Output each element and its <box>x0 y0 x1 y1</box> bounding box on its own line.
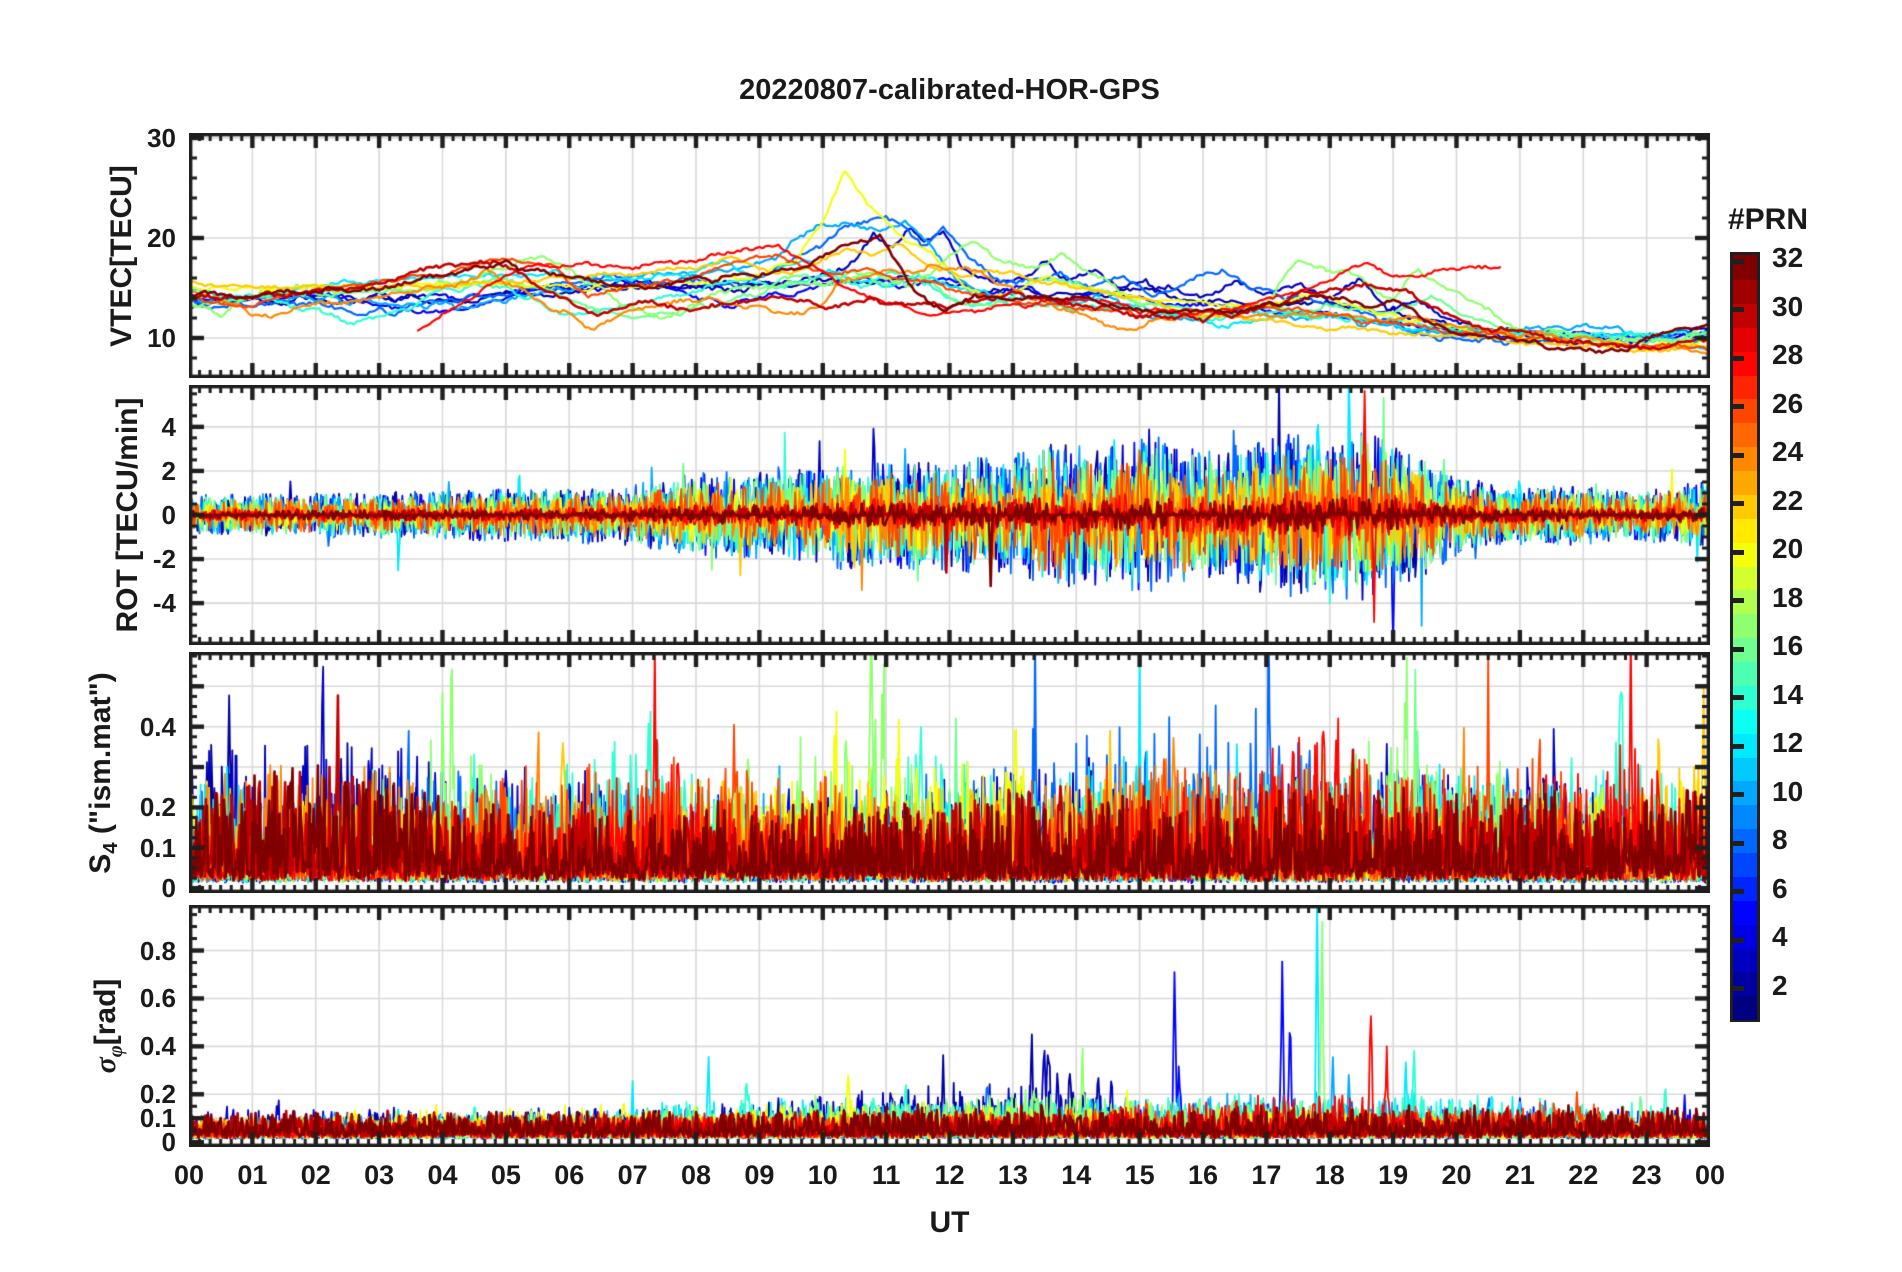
colorbar-segment-prn-23 <box>1733 469 1757 495</box>
colorbar-segment-prn-21 <box>1733 517 1757 543</box>
panel-s4 <box>189 652 1710 893</box>
x-tick-label: 23 <box>1631 1160 1662 1190</box>
colorbar-tick-label: 28 <box>1772 339 1804 371</box>
y-axis-label-sigphi: σφ[rad] <box>89 978 128 1074</box>
colorbar-tick <box>1733 743 1744 749</box>
colorbar-segment-prn-9 <box>1733 804 1757 830</box>
colorbar-segment-prn-2 <box>1733 971 1757 997</box>
x-tick-label: 17 <box>1251 1160 1282 1190</box>
colorbar-tick-label: 32 <box>1772 242 1804 274</box>
x-tick-label: 03 <box>364 1160 395 1190</box>
colorbar-segment-prn-31 <box>1733 278 1757 304</box>
colorbar-tick <box>1733 258 1744 264</box>
x-tick-label: 09 <box>744 1160 775 1190</box>
colorbar-tick-label: 6 <box>1772 872 1788 904</box>
colorbar-tick-label: 14 <box>1772 678 1804 710</box>
colorbar-segment-prn-11 <box>1733 756 1757 782</box>
colorbar-tick-label: 12 <box>1772 727 1804 759</box>
panel-rot-canvas <box>189 385 1710 645</box>
colorbar-segment-prn-17 <box>1733 613 1757 639</box>
x-tick-label: 06 <box>554 1160 585 1190</box>
colorbar-segment-prn-29 <box>1733 326 1757 352</box>
colorbar-segment-prn-24 <box>1733 446 1757 472</box>
colorbar-tick-label: 20 <box>1772 533 1804 565</box>
x-tick-label: 16 <box>1187 1160 1219 1190</box>
x-tick-label: 18 <box>1314 1160 1345 1190</box>
x-tick-label: 04 <box>427 1160 458 1190</box>
x-tick-label: 00 <box>173 1160 205 1190</box>
colorbar-tick-label: 8 <box>1772 824 1788 856</box>
colorbar-tick-label: 16 <box>1772 630 1804 662</box>
x-tick-label: 01 <box>237 1160 268 1190</box>
colorbar-tick <box>1733 452 1744 458</box>
x-tick-label: 20 <box>1441 1160 1472 1190</box>
figure-root: 20220807-calibrated-HOR-GPS UT #PRN 10 20… <box>0 0 1902 1272</box>
colorbar-tick <box>1733 695 1744 701</box>
x-tick-label: 14 <box>1061 1160 1092 1190</box>
panel-sigphi <box>189 905 1710 1147</box>
colorbar-segment-prn-26 <box>1733 398 1757 424</box>
x-tick-label: 15 <box>1124 1160 1155 1190</box>
colorbar-tick <box>1733 792 1744 798</box>
colorbar-tick <box>1733 937 1744 943</box>
colorbar-tick <box>1733 549 1744 555</box>
colorbar-tick <box>1733 840 1744 846</box>
colorbar-tick <box>1733 889 1744 895</box>
colorbar-segment-prn-5 <box>1733 899 1757 925</box>
x-tick-label: 21 <box>1504 1160 1535 1190</box>
colorbar-segment-prn-15 <box>1733 660 1757 686</box>
colorbar-tick <box>1733 307 1744 313</box>
colorbar-gradient <box>1730 252 1760 1022</box>
colorbar-segment-prn-3 <box>1733 947 1757 973</box>
colorbar-tick-label: 22 <box>1772 484 1804 516</box>
colorbar-title: #PRN <box>1727 203 1809 236</box>
panel-s4-canvas <box>189 652 1710 893</box>
colorbar-segment-prn-22 <box>1733 493 1757 519</box>
colorbar-tick-label: 10 <box>1772 775 1804 807</box>
colorbar-segment-prn-27 <box>1733 374 1757 400</box>
panel-rot <box>189 385 1710 645</box>
x-tick-label: 00 <box>1694 1160 1726 1190</box>
colorbar-tick <box>1733 646 1744 652</box>
panel-vtec-canvas <box>189 133 1710 378</box>
colorbar-segment-prn-25 <box>1733 422 1757 448</box>
x-tick-label: 07 <box>617 1160 648 1190</box>
colorbar-tick <box>1733 501 1744 507</box>
colorbar-tick <box>1733 404 1744 410</box>
colorbar-tick <box>1733 598 1744 604</box>
colorbar-segment-prn-4 <box>1733 923 1757 949</box>
colorbar-segment-prn-13 <box>1733 708 1757 734</box>
colorbar-tick-label: 30 <box>1772 290 1804 322</box>
colorbar-tick <box>1733 986 1744 992</box>
panel-sigphi-canvas <box>189 905 1710 1147</box>
colorbar-tick-label: 18 <box>1772 581 1804 613</box>
x-axis-label: UT <box>929 1206 970 1239</box>
colorbar-segment-prn-1 <box>1733 995 1757 1021</box>
chart-title: 20220807-calibrated-HOR-GPS <box>739 74 1160 106</box>
colorbar-segment-prn-19 <box>1733 565 1757 591</box>
colorbar-tick <box>1733 355 1744 361</box>
x-tick-label: 22 <box>1568 1160 1599 1190</box>
x-tick-label: 19 <box>1378 1160 1409 1190</box>
colorbar-tick-label: 2 <box>1772 969 1788 1001</box>
x-tick-label: 10 <box>807 1160 838 1190</box>
x-tick-label: 11 <box>871 1160 901 1190</box>
colorbar-tick-label: 4 <box>1772 921 1788 953</box>
x-tick-label: 05 <box>490 1160 521 1190</box>
x-tick-label: 08 <box>680 1160 712 1190</box>
panel-vtec <box>189 133 1710 378</box>
colorbar-segment-prn-28 <box>1733 350 1757 376</box>
colorbar-tick-label: 24 <box>1772 436 1804 468</box>
colorbar-segment-prn-7 <box>1733 851 1757 877</box>
colorbar-tick-label: 26 <box>1772 387 1804 419</box>
x-tick-label: 12 <box>934 1160 965 1190</box>
x-tick-label: 02 <box>300 1160 331 1190</box>
x-tick-label: 13 <box>997 1160 1028 1190</box>
